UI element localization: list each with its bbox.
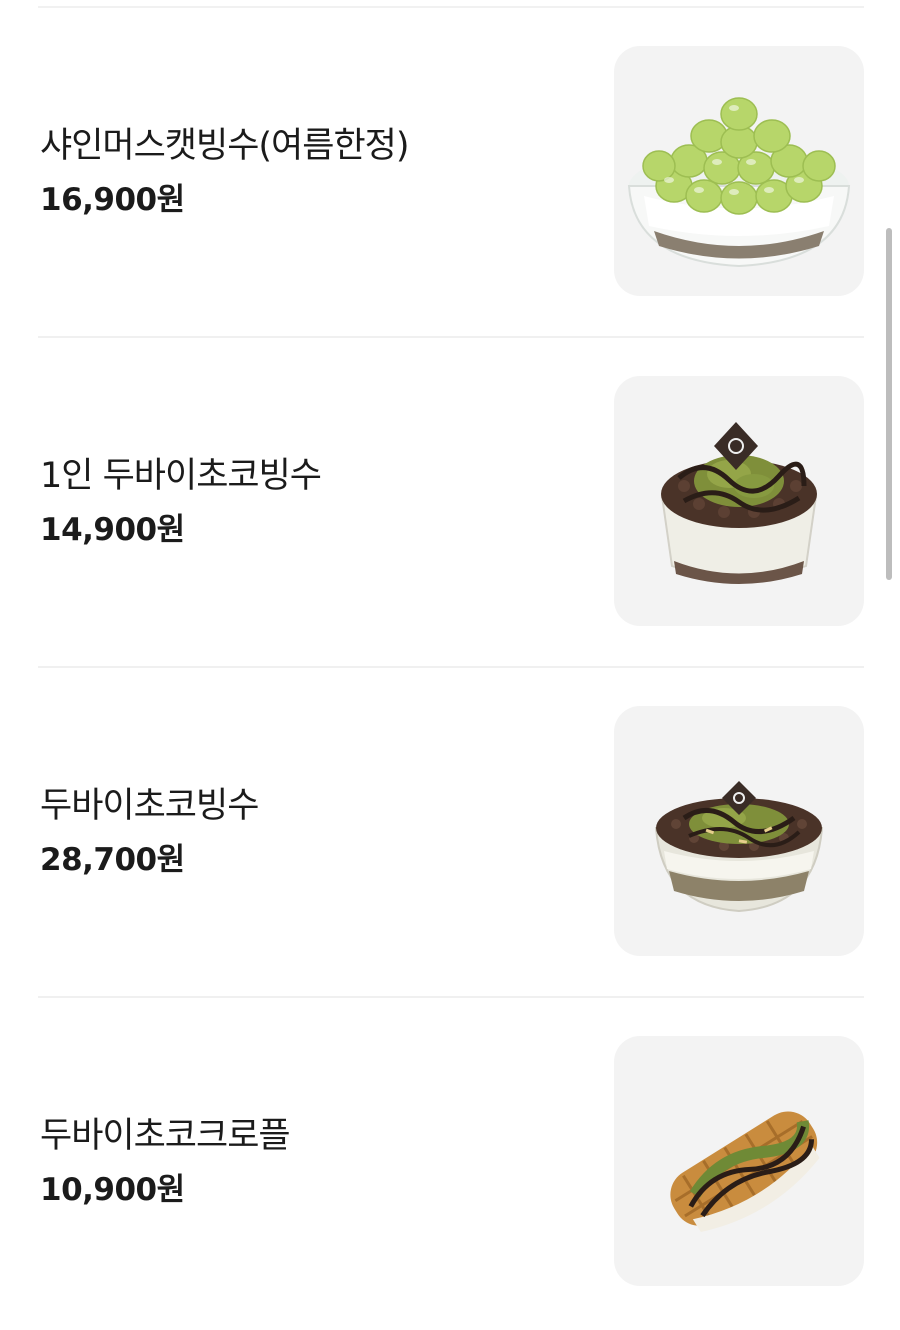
menu-item-image[interactable] <box>614 376 864 626</box>
menu-item-dubai-choco-croffle[interactable]: 두바이초코크로플 10,900원 <box>0 1000 900 1330</box>
shine-muscat-bingsu-image <box>627 97 851 268</box>
menu-item-price: 10,900원 <box>40 1172 185 1208</box>
menu-item-name: 두바이초코빙수 <box>40 786 259 826</box>
menu-item-price: 16,900원 <box>40 182 185 218</box>
dubai-choco-bingsu-single-image <box>660 422 818 584</box>
menu-item-price: 28,700원 <box>40 842 185 878</box>
dubai-choco-croffle-image <box>670 1111 820 1233</box>
scrollbar[interactable] <box>886 228 892 580</box>
menu-item-dubai-choco-bingsu-single[interactable]: 1인 두바이초코빙수 14,900원 <box>0 340 900 670</box>
menu-item-dubai-choco-bingsu[interactable]: 두바이초코빙수 28,700원 <box>0 670 900 1000</box>
top-divider <box>38 6 864 8</box>
menu-item-image[interactable] <box>614 706 864 956</box>
menu-item-name: 1인 두바이초코빙수 <box>40 456 322 496</box>
menu-item-price: 14,900원 <box>40 512 185 548</box>
dubai-choco-bingsu-image <box>654 781 824 913</box>
item-divider <box>38 666 864 668</box>
menu-item-image[interactable] <box>614 46 864 296</box>
item-divider <box>38 996 864 998</box>
item-divider <box>38 336 864 338</box>
menu-item-image[interactable] <box>614 1036 864 1286</box>
menu-item-name: 샤인머스캣빙수(여름한정) <box>40 126 410 166</box>
menu-item-shine-muscat-bingsu[interactable]: 샤인머스캣빙수(여름한정) 16,900원 <box>0 10 900 340</box>
menu-item-name: 두바이초코크로플 <box>40 1116 291 1156</box>
